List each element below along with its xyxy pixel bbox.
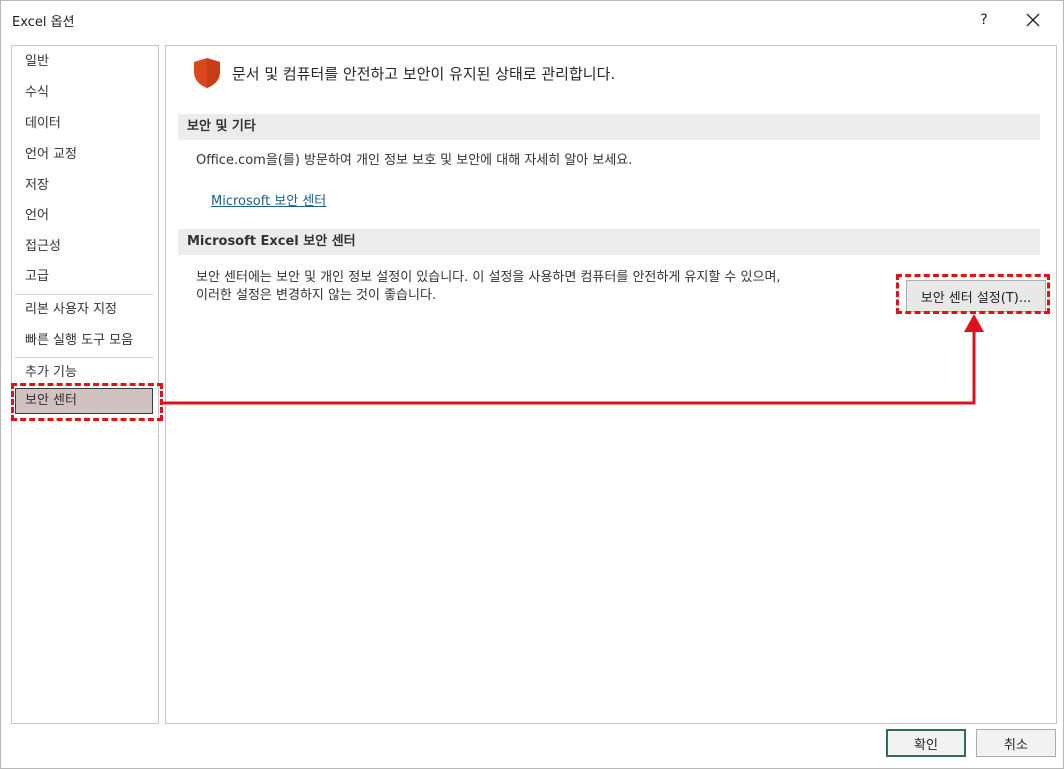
close-icon — [1026, 13, 1040, 27]
microsoft-trust-center-link[interactable]: Microsoft 보안 센터 — [211, 190, 326, 209]
sidebar-divider — [15, 357, 153, 358]
shield-icon — [194, 58, 220, 88]
category-sidebar: 일반 수식 데이터 언어 교정 저장 언어 접근성 고급 리본 사용자 지정 빠… — [11, 45, 159, 724]
sidebar-item-trust-center[interactable]: 보안 센터 — [15, 388, 153, 414]
page-header: 문서 및 컴퓨터를 안전하고 보안이 유지된 상태로 관리합니다. — [192, 56, 615, 90]
trust-center-description-line1: 보안 센터에는 보안 및 개인 정보 설정이 있습니다. 이 설정을 사용하면 … — [196, 270, 781, 285]
trust-center-settings-button[interactable]: 보안 센터 설정(T)... — [906, 280, 1046, 312]
page-title: 문서 및 컴퓨터를 안전하고 보안이 유지된 상태로 관리합니다. — [232, 64, 616, 83]
window-title: Excel 옵션 — [12, 15, 75, 30]
sidebar-item-add-ins[interactable]: 추가 기능 — [15, 360, 153, 386]
section-header-security-and-more: 보안 및 기타 — [178, 114, 1040, 140]
title-bar: Excel 옵션 ? — [1, 1, 1063, 39]
ok-button[interactable]: 확인 — [886, 729, 966, 757]
sidebar-item-formulas[interactable]: 수식 — [15, 80, 153, 106]
sidebar-item-save[interactable]: 저장 — [15, 173, 153, 199]
close-button[interactable] — [1016, 7, 1050, 33]
sidebar-item-general[interactable]: 일반 — [15, 49, 153, 75]
security-description: Office.com을(를) 방문하여 개인 정보 보호 및 보안에 대해 자세… — [196, 153, 633, 168]
sidebar-divider — [15, 294, 153, 295]
main-panel: 문서 및 컴퓨터를 안전하고 보안이 유지된 상태로 관리합니다. 보안 및 기… — [165, 45, 1057, 724]
trust-center-description-line2: 이러한 설정은 변경하지 않는 것이 좋습니다. — [196, 288, 437, 303]
excel-options-dialog: Excel 옵션 ? 일반 수식 데이터 언어 교정 저장 언어 접근성 고급 … — [0, 0, 1064, 769]
help-button[interactable]: ? — [967, 7, 1001, 33]
sidebar-item-customize-ribbon[interactable]: 리본 사용자 지정 — [15, 297, 153, 323]
sidebar-item-advanced[interactable]: 고급 — [15, 264, 153, 290]
sidebar-item-data[interactable]: 데이터 — [15, 111, 153, 137]
sidebar-item-language[interactable]: 언어 — [15, 203, 153, 229]
cancel-button[interactable]: 취소 — [976, 729, 1056, 757]
sidebar-item-proofing[interactable]: 언어 교정 — [15, 142, 153, 168]
section-header-excel-trust-center: Microsoft Excel 보안 센터 — [178, 229, 1040, 255]
sidebar-item-quick-access-toolbar[interactable]: 빠른 실행 도구 모음 — [15, 328, 153, 354]
sidebar-item-accessibility[interactable]: 접근성 — [15, 234, 153, 260]
